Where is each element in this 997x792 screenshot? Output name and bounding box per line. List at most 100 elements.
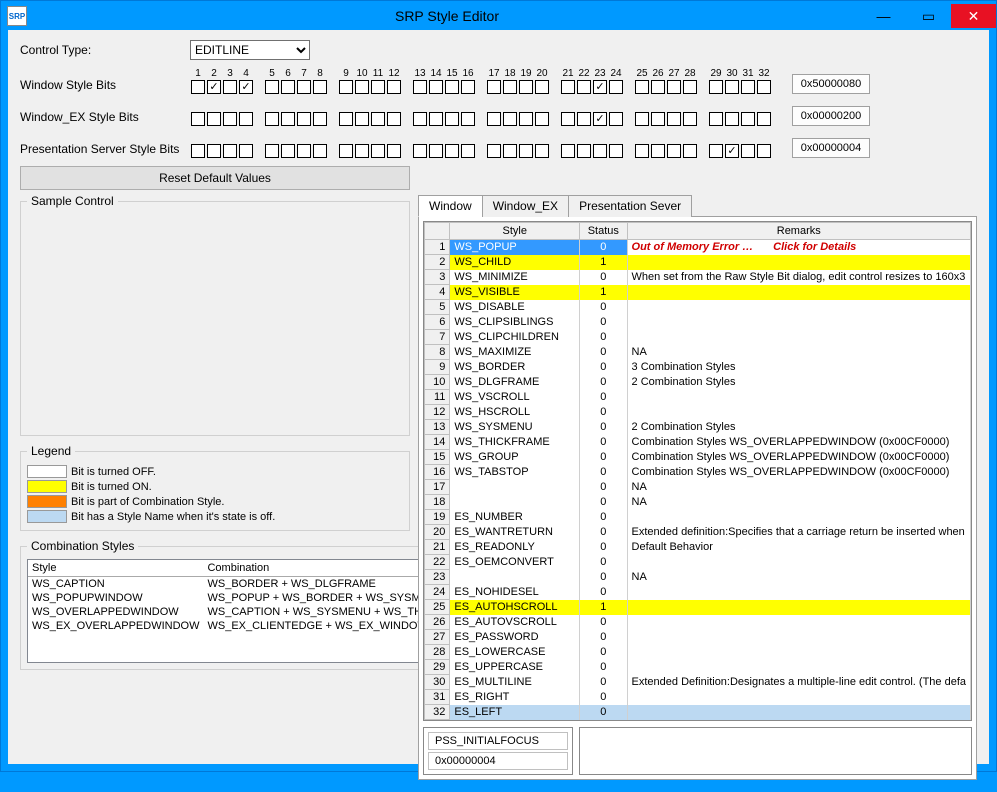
- bit-checkbox-21[interactable]: [561, 80, 575, 94]
- bit-checkbox-7[interactable]: [297, 112, 311, 126]
- bit-checkbox-8[interactable]: [313, 112, 327, 126]
- bit-checkbox-1[interactable]: [191, 112, 205, 126]
- bit-checkbox-14[interactable]: [429, 112, 443, 126]
- grid-row[interactable]: 14WS_THICKFRAME0Combination Styles WS_OV…: [425, 435, 971, 450]
- bit-checkbox-6[interactable]: [281, 112, 295, 126]
- bit-checkbox-19[interactable]: [519, 144, 533, 158]
- bit-checkbox-18[interactable]: [503, 80, 517, 94]
- bit-checkbox-29[interactable]: [709, 112, 723, 126]
- bit-checkbox-24[interactable]: [609, 80, 623, 94]
- bit-checkbox-26[interactable]: [651, 80, 665, 94]
- bit-checkbox-1[interactable]: [191, 144, 205, 158]
- bit-checkbox-5[interactable]: [265, 144, 279, 158]
- bit-checkbox-3[interactable]: [223, 144, 237, 158]
- bit-checkbox-23[interactable]: [593, 80, 607, 94]
- minimize-button[interactable]: —: [861, 4, 906, 28]
- grid-row[interactable]: 5WS_DISABLE0: [425, 300, 971, 315]
- bit-checkbox-16[interactable]: [461, 112, 475, 126]
- bit-checkbox-32[interactable]: [757, 144, 771, 158]
- bit-checkbox-29[interactable]: [709, 80, 723, 94]
- grid-row[interactable]: 16WS_TABSTOP0Combination Styles WS_OVERL…: [425, 465, 971, 480]
- bit-checkbox-20[interactable]: [535, 112, 549, 126]
- bit-checkbox-28[interactable]: [683, 80, 697, 94]
- grid-row[interactable]: 9WS_BORDER03 Combination Styles: [425, 360, 971, 375]
- grid-row[interactable]: 27ES_PASSWORD0: [425, 630, 971, 645]
- bit-checkbox-14[interactable]: [429, 144, 443, 158]
- bit-checkbox-18[interactable]: [503, 112, 517, 126]
- bit-checkbox-24[interactable]: [609, 112, 623, 126]
- bit-checkbox-27[interactable]: [667, 144, 681, 158]
- grid-row[interactable]: 170NA: [425, 480, 971, 495]
- bit-checkbox-4[interactable]: [239, 80, 253, 94]
- grid-row[interactable]: 11WS_VSCROLL0: [425, 390, 971, 405]
- grid-row[interactable]: 31ES_RIGHT0: [425, 690, 971, 705]
- close-button[interactable]: ✕: [951, 4, 996, 28]
- bit-checkbox-11[interactable]: [371, 144, 385, 158]
- bit-checkbox-22[interactable]: [577, 144, 591, 158]
- bit-checkbox-31[interactable]: [741, 80, 755, 94]
- bit-checkbox-23[interactable]: [593, 112, 607, 126]
- bit-checkbox-16[interactable]: [461, 80, 475, 94]
- bit-checkbox-31[interactable]: [741, 144, 755, 158]
- grid-row[interactable]: 20ES_WANTRETURN0Extended definition:Spec…: [425, 525, 971, 540]
- bit-checkbox-15[interactable]: [445, 144, 459, 158]
- bit-checkbox-23[interactable]: [593, 144, 607, 158]
- bit-checkbox-31[interactable]: [741, 112, 755, 126]
- bit-checkbox-26[interactable]: [651, 144, 665, 158]
- grid-row[interactable]: 21ES_READONLY0Default Behavior: [425, 540, 971, 555]
- maximize-button[interactable]: ▭: [906, 4, 951, 28]
- bit-checkbox-21[interactable]: [561, 144, 575, 158]
- grid-row[interactable]: 3WS_MINIMIZE0When set from the Raw Style…: [425, 270, 971, 285]
- bit-checkbox-9[interactable]: [339, 80, 353, 94]
- grid-row[interactable]: 28ES_LOWERCASE0: [425, 645, 971, 660]
- bit-checkbox-7[interactable]: [297, 80, 311, 94]
- grid-row[interactable]: 230NA: [425, 570, 971, 585]
- bit-checkbox-26[interactable]: [651, 112, 665, 126]
- bit-checkbox-20[interactable]: [535, 144, 549, 158]
- bit-checkbox-9[interactable]: [339, 112, 353, 126]
- grid-row[interactable]: 25ES_AUTOHSCROLL1: [425, 600, 971, 615]
- grid-row[interactable]: 24ES_NOHIDESEL0: [425, 585, 971, 600]
- bit-checkbox-2[interactable]: [207, 80, 221, 94]
- bit-checkbox-24[interactable]: [609, 144, 623, 158]
- grid-row[interactable]: 8WS_MAXIMIZE0NA: [425, 345, 971, 360]
- grid-row[interactable]: 32ES_LEFT0: [425, 705, 971, 720]
- grid-row[interactable]: 15WS_GROUP0Combination Styles WS_OVERLAP…: [425, 450, 971, 465]
- bit-checkbox-5[interactable]: [265, 80, 279, 94]
- tab-window[interactable]: Window: [418, 195, 483, 217]
- bit-checkbox-27[interactable]: [667, 112, 681, 126]
- bit-checkbox-12[interactable]: [387, 80, 401, 94]
- bit-checkbox-30[interactable]: [725, 112, 739, 126]
- grid-row[interactable]: 29ES_UPPERCASE0: [425, 660, 971, 675]
- bit-checkbox-8[interactable]: [313, 80, 327, 94]
- tab-presentation-sever[interactable]: Presentation Sever: [568, 195, 692, 217]
- bit-checkbox-30[interactable]: [725, 80, 739, 94]
- combo-row[interactable]: WS_CAPTIONWS_BORDER + WS_DLGFRAME: [28, 577, 483, 592]
- bit-checkbox-32[interactable]: [757, 80, 771, 94]
- bit-checkbox-25[interactable]: [635, 80, 649, 94]
- bit-checkbox-28[interactable]: [683, 112, 697, 126]
- grid-row[interactable]: 2WS_CHILD1: [425, 255, 971, 270]
- bit-checkbox-4[interactable]: [239, 112, 253, 126]
- bit-checkbox-2[interactable]: [207, 112, 221, 126]
- combo-row[interactable]: WS_POPUPWINDOWWS_POPUP + WS_BORDER + WS_…: [28, 591, 483, 605]
- grid-row[interactable]: 19ES_NUMBER0: [425, 510, 971, 525]
- bit-checkbox-14[interactable]: [429, 80, 443, 94]
- grid-row[interactable]: 26ES_AUTOVSCROLL0: [425, 615, 971, 630]
- styles-grid[interactable]: Style Status Remarks 1WS_POPUP0Out of Me…: [424, 222, 971, 720]
- bit-checkbox-5[interactable]: [265, 112, 279, 126]
- grid-row[interactable]: 7WS_CLIPCHILDREN0: [425, 330, 971, 345]
- grid-row[interactable]: 1WS_POPUP0Out of Memory Error …Click for…: [425, 240, 971, 255]
- bit-checkbox-20[interactable]: [535, 80, 549, 94]
- bit-checkbox-13[interactable]: [413, 112, 427, 126]
- grid-row[interactable]: 180NA: [425, 495, 971, 510]
- bit-checkbox-25[interactable]: [635, 144, 649, 158]
- bit-checkbox-6[interactable]: [281, 144, 295, 158]
- bit-checkbox-21[interactable]: [561, 112, 575, 126]
- bit-checkbox-22[interactable]: [577, 112, 591, 126]
- bit-checkbox-19[interactable]: [519, 80, 533, 94]
- bit-checkbox-27[interactable]: [667, 80, 681, 94]
- bit-checkbox-1[interactable]: [191, 80, 205, 94]
- bit-checkbox-19[interactable]: [519, 112, 533, 126]
- grid-row[interactable]: 13WS_SYSMENU02 Combination Styles: [425, 420, 971, 435]
